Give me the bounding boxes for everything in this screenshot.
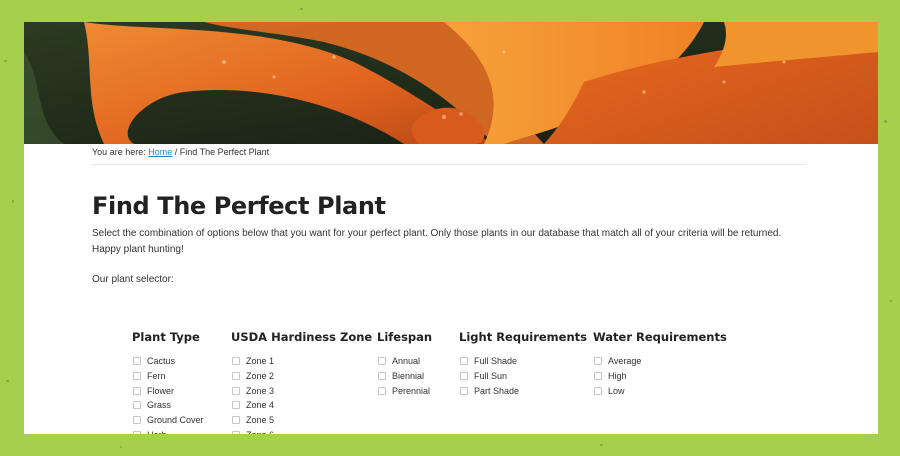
filter-option-label: Zone 1 <box>246 356 275 367</box>
border-speckle <box>600 444 603 446</box>
border-speckle <box>890 300 892 302</box>
filter-option-label: Grass <box>147 400 172 411</box>
bottom-frame-border <box>0 434 900 456</box>
filter-group-light: Light Requirements Full Shade Full Sun P… <box>459 330 587 398</box>
checkbox[interactable] <box>133 416 141 425</box>
breadcrumb-home-link[interactable]: Home <box>148 147 172 157</box>
filter-option-full-sun[interactable]: Full Sun <box>460 369 587 384</box>
filter-option-label: Annual <box>392 356 421 367</box>
border-speckle <box>120 446 122 448</box>
border-speckle <box>884 120 887 123</box>
filter-option-label: Full Shade <box>474 356 518 367</box>
checkbox[interactable] <box>594 357 602 366</box>
checkbox[interactable] <box>133 386 141 395</box>
filter-option-label: Zone 3 <box>246 385 275 396</box>
page-title: Find The Perfect Plant <box>92 192 386 220</box>
filter-option-label: Zone 2 <box>246 371 275 382</box>
filter-option-label: High <box>608 371 627 382</box>
filter-option-label: Perennial <box>392 385 431 396</box>
filter-heading: Lifespan <box>377 330 433 344</box>
filter-option-label: Part Shade <box>474 385 520 396</box>
filter-option-annual[interactable]: Annual <box>378 354 432 369</box>
filter-option-label: Biennial <box>392 371 425 382</box>
breadcrumb-prefix: You are here: <box>92 147 149 157</box>
border-speckle <box>4 60 7 62</box>
filter-option-label: Low <box>608 385 625 396</box>
filter-option-zone-2[interactable]: Zone 2 <box>232 369 372 384</box>
filter-group-plant-type: Plant Type Cactus Fern Flower Grass Grou… <box>132 330 204 442</box>
filter-option-label: Flower <box>147 385 175 396</box>
checkbox[interactable] <box>594 386 602 395</box>
filter-group-usda-zone: USDA Hardiness Zone Zone 1 Zone 2 Zone 3… <box>231 330 372 442</box>
border-speckle <box>6 380 9 382</box>
breadcrumb-separator: / <box>172 147 180 157</box>
filter-option-label: Zone 5 <box>246 415 275 426</box>
border-speckle <box>12 200 14 203</box>
hero-banner-image <box>24 22 878 144</box>
filter-option-zone-5[interactable]: Zone 5 <box>232 413 372 428</box>
breadcrumb-current: Find The Perfect Plant <box>179 147 270 157</box>
checkbox[interactable] <box>232 357 240 366</box>
filter-option-zone-3[interactable]: Zone 3 <box>232 383 372 398</box>
breadcrumb: You are here: Home / Find The Perfect Pl… <box>92 146 806 165</box>
filter-heading: Light Requirements <box>459 330 587 344</box>
filter-heading: Water Requirements <box>593 330 727 344</box>
filter-option-label: Cactus <box>147 356 176 367</box>
checkbox[interactable] <box>232 416 240 425</box>
filter-option-full-shade[interactable]: Full Shade <box>460 354 587 369</box>
filter-option-cactus[interactable]: Cactus <box>133 354 204 369</box>
filter-heading: Plant Type <box>132 330 200 344</box>
intro-text: Select the combination of options below … <box>92 228 782 255</box>
filter-option-perennial[interactable]: Perennial <box>378 383 432 398</box>
filter-option-fern[interactable]: Fern <box>133 369 204 384</box>
checkbox[interactable] <box>378 372 386 381</box>
checkbox[interactable] <box>133 372 141 381</box>
checkbox[interactable] <box>133 357 141 366</box>
filter-option-ground-cover[interactable]: Ground Cover <box>133 413 204 428</box>
filter-option-high[interactable]: High <box>594 369 727 384</box>
checkbox[interactable] <box>460 372 468 381</box>
checkbox[interactable] <box>460 386 468 395</box>
filter-option-label: Ground Cover <box>147 415 204 426</box>
checkbox[interactable] <box>232 372 240 381</box>
filter-option-grass[interactable]: Grass <box>133 398 204 413</box>
checkbox[interactable] <box>232 386 240 395</box>
filter-option-zone-1[interactable]: Zone 1 <box>232 354 372 369</box>
filter-option-label: Average <box>608 356 642 367</box>
filter-option-flower[interactable]: Flower <box>133 383 204 398</box>
checkbox[interactable] <box>594 372 602 381</box>
filter-group-lifespan: Lifespan Annual Biennial Perennial <box>377 330 432 398</box>
filter-group-water: Water Requirements Average High Low <box>593 330 727 398</box>
filter-option-zone-4[interactable]: Zone 4 <box>232 398 372 413</box>
checkbox[interactable] <box>460 357 468 366</box>
filter-option-part-shade[interactable]: Part Shade <box>460 383 587 398</box>
filter-option-label: Zone 4 <box>246 400 275 411</box>
checkbox[interactable] <box>232 401 240 410</box>
filter-option-low[interactable]: Low <box>594 383 727 398</box>
plant-selector-label: Our plant selector: <box>92 274 174 285</box>
checkbox[interactable] <box>133 401 141 410</box>
filter-option-average[interactable]: Average <box>594 354 727 369</box>
filter-option-label: Fern <box>147 371 166 382</box>
border-speckle <box>300 8 303 10</box>
filter-option-biennial[interactable]: Biennial <box>378 369 432 384</box>
filter-option-label: Full Sun <box>474 371 508 382</box>
main-content: You are here: Home / Find The Perfect Pl… <box>92 146 806 285</box>
checkbox[interactable] <box>378 357 386 366</box>
filter-heading: USDA Hardiness Zone <box>231 330 373 344</box>
checkbox[interactable] <box>378 386 386 395</box>
